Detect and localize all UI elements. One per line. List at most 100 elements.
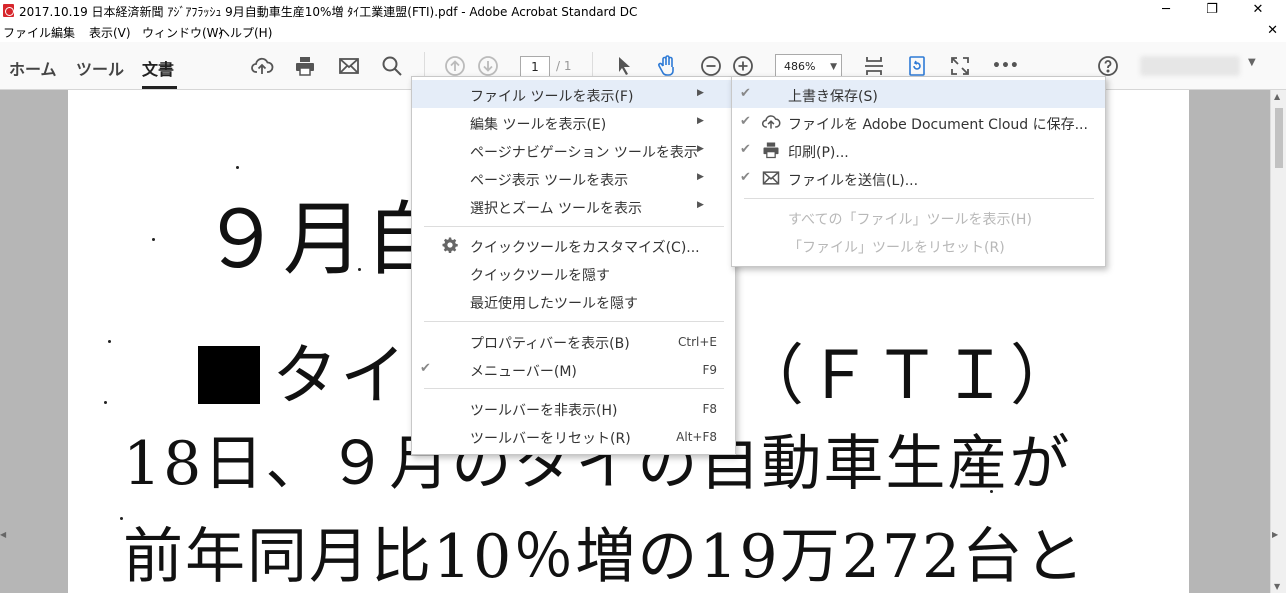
menu-item-label: 編集 ツールを表示(E) [470, 117, 607, 133]
menu-item-show-file-tools[interactable]: ファイル ツールを表示(F) ▶ [412, 80, 735, 108]
left-panel-toggle[interactable]: ◀ [0, 530, 6, 539]
next-page-icon[interactable] [476, 54, 500, 78]
previous-page-icon[interactable] [443, 54, 467, 78]
email-icon[interactable] [337, 54, 361, 78]
rotate-page-icon[interactable] [905, 54, 929, 78]
submenu-item-save-to-cloud[interactable]: ✔ ファイルを Adobe Document Cloud に保存... [732, 108, 1105, 136]
menu-item-label: 最近使用したツールを隠す [470, 296, 638, 312]
submenu-item-label: ファイルを Adobe Document Cloud に保存... [788, 117, 1088, 133]
submenu-item-label: 印刷(P)... [788, 145, 849, 161]
submenu-item-print[interactable]: ✔ 印刷(P)... [732, 136, 1105, 164]
submenu-arrow-icon: ▶ [697, 88, 704, 98]
scan-noise [358, 268, 361, 271]
shortcut-text: Ctrl+E [678, 335, 717, 349]
scroll-down-icon[interactable]: ▼ [1274, 582, 1280, 591]
zoom-level-value: 486% [784, 60, 816, 73]
account-menu[interactable] [1140, 56, 1240, 76]
cloud-upload-icon [760, 112, 782, 132]
cloud-upload-icon[interactable] [250, 54, 274, 78]
subheading-fti: （ＦＴＩ） [738, 337, 1078, 414]
close-document-button[interactable]: ✕ [1267, 23, 1278, 38]
close-window-button[interactable]: ✕ [1235, 0, 1281, 22]
bullet-square [198, 346, 260, 404]
check-icon: ✔ [740, 114, 751, 129]
vertical-scrollbar[interactable]: ▲ ▼ [1270, 90, 1286, 593]
menu-item-label: ページ表示 ツールを表示 [470, 173, 629, 189]
full-screen-icon[interactable] [948, 54, 972, 78]
menu-edit[interactable]: 編集 [51, 24, 75, 41]
page-fit-icon[interactable] [862, 54, 886, 78]
zoom-in-icon[interactable] [731, 54, 755, 78]
menu-item-show-edit-tools[interactable]: 編集 ツールを表示(E) ▶ [412, 108, 735, 136]
page-total: / 1 [556, 59, 572, 73]
check-icon: ✔ [420, 361, 431, 376]
restore-button[interactable]: ❐ [1189, 0, 1235, 22]
page-number-input[interactable]: 1 [520, 56, 550, 78]
tab-home[interactable]: ホーム [9, 56, 57, 80]
menu-item-show-select-zoom-tools[interactable]: 選択とズーム ツールを表示 ▶ [412, 192, 735, 220]
menu-item-show-page-navigation-tools[interactable]: ページナビゲーション ツールを表示 ▶ [412, 136, 735, 164]
window-title: 2017.10.19 日本経済新聞 ｱｼﾞｱﾌﾗｯｼｭ 9月自動車生産10%増 … [19, 5, 638, 19]
tab-tools[interactable]: ツール [76, 56, 124, 80]
menu-item-label: メニューバー(M) [470, 364, 577, 380]
submenu-arrow-icon: ▶ [697, 172, 704, 182]
submenu-item-save[interactable]: ✔ 上書き保存(S) [732, 80, 1105, 108]
email-icon [760, 168, 782, 188]
zoom-out-icon[interactable] [699, 54, 723, 78]
menu-item-label: クイックツールをカスタマイズ(C)... [470, 240, 700, 256]
menu-item-label: ページナビゲーション ツールを表示 [470, 145, 698, 161]
document-body-line: 前年同月比10％増の19万272台と [123, 522, 1087, 592]
active-tab-indicator [142, 86, 177, 89]
scroll-up-icon[interactable]: ▲ [1274, 92, 1280, 101]
menu-item-label: ツールバーを非表示(H) [470, 403, 618, 419]
shortcut-text: F9 [702, 363, 717, 377]
select-cursor-icon[interactable] [612, 54, 636, 78]
menu-item-show-page-display-tools[interactable]: ページ表示 ツールを表示 ▶ [412, 164, 735, 192]
menu-item-reset-toolbars[interactable]: ツールバーをリセット(R) Alt+F8 [412, 422, 735, 450]
menu-separator [424, 321, 724, 322]
submenu-item-label: すべての「ファイル」ツールを表示(H) [788, 212, 1032, 228]
check-icon: ✔ [740, 170, 751, 185]
menu-window[interactable]: ウィンドウ(W) [142, 24, 223, 41]
menu-item-label: クイックツールを隠す [470, 268, 610, 284]
scan-noise [152, 238, 155, 241]
print-icon [760, 140, 782, 160]
menu-item-label: ファイル ツールを表示(F) [470, 89, 634, 105]
tab-document[interactable]: 文書 [142, 56, 174, 80]
scrollbar-thumb[interactable] [1275, 108, 1283, 168]
search-icon[interactable] [380, 54, 404, 78]
menu-item-hide-quick-tools[interactable]: クイックツールを隠す [412, 259, 735, 287]
gear-icon [441, 236, 459, 254]
chevron-down-icon[interactable]: ▼ [1248, 57, 1256, 68]
right-panel-toggle[interactable]: ▶ [1272, 530, 1278, 539]
menu-separator [424, 388, 724, 389]
minimize-button[interactable]: ─ [1143, 0, 1189, 22]
menu-item-customize-quick-tools[interactable]: クイックツールをカスタマイズ(C)... [412, 231, 735, 259]
file-tools-submenu: ✔ 上書き保存(S) ✔ ファイルを Adobe Document Cloud … [731, 76, 1106, 267]
title-bar: 2017.10.19 日本経済新聞 ｱｼﾞｱﾌﾗｯｼｭ 9月自動車生産10%増 … [0, 0, 1286, 22]
menu-separator [744, 198, 1094, 199]
menu-view[interactable]: 表示(V) [89, 24, 131, 41]
print-icon[interactable] [293, 54, 317, 78]
scan-noise [120, 517, 123, 520]
menu-item-menu-bar[interactable]: ✔ メニューバー(M) F9 [412, 355, 735, 383]
menu-file[interactable]: ファイル [3, 24, 51, 41]
menu-item-show-properties-bar[interactable]: プロパティバーを表示(B) Ctrl+E [412, 327, 735, 355]
submenu-item-send-file[interactable]: ✔ ファイルを送信(L)... [732, 164, 1105, 192]
menu-item-label: ツールバーをリセット(R) [470, 431, 631, 447]
submenu-arrow-icon: ▶ [697, 144, 704, 154]
menu-item-label: プロパティバーを表示(B) [470, 336, 630, 352]
scan-noise [990, 490, 993, 493]
menu-bar: ファイル 編集 表示(V) ウィンドウ(W) ヘルプ(H) ✕ [0, 22, 1286, 41]
menu-item-hide-toolbars[interactable]: ツールバーを非表示(H) F8 [412, 394, 735, 422]
shortcut-text: F8 [702, 402, 717, 416]
scan-noise [108, 340, 111, 343]
help-icon[interactable] [1096, 54, 1120, 78]
hand-tool-icon[interactable] [655, 54, 679, 78]
menu-item-hide-recent-tools[interactable]: 最近使用したツールを隠す [412, 287, 735, 315]
menu-item-label: 選択とズーム ツールを表示 [470, 201, 643, 217]
acrobat-pdf-icon [3, 4, 14, 17]
menu-help[interactable]: ヘルプ(H) [218, 24, 272, 41]
more-tools-icon[interactable]: ••• [992, 54, 1019, 78]
submenu-item-show-all-file-tools: すべての「ファイル」ツールを表示(H) [732, 203, 1105, 231]
